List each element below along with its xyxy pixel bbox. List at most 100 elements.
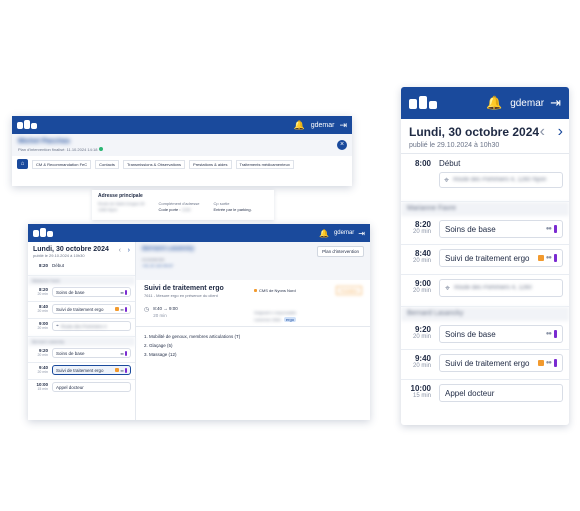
schedule-list: 8:20 Début Marianne Favre 8:20 20 min Soi…	[28, 260, 135, 397]
logo	[17, 120, 37, 130]
bell-icon[interactable]: 🔔	[294, 120, 305, 131]
assignee-row: Laurence Gillet ergo	[254, 317, 296, 322]
access-col: Cp sortie Entrée par le parking.	[214, 201, 252, 213]
schedule-row[interactable]: 8:20 20 min Soins de base ●●	[28, 285, 135, 302]
assignee-badge: ergo	[283, 317, 296, 322]
orange-tag	[254, 289, 257, 292]
purple-tag	[125, 306, 127, 312]
tab-traitements[interactable]: Traitements médicamenteux	[235, 159, 294, 169]
row-label: Soins de base	[445, 224, 496, 234]
row-pill[interactable]: Soins de base ●●	[439, 220, 563, 238]
row-pill[interactable]: Appel docteur	[52, 382, 131, 392]
bell-icon[interactable]: 🔔	[319, 229, 329, 238]
row-pill[interactable]: Soins de base ●●	[52, 287, 131, 297]
row-pill[interactable]: Suivi de traitement ergo ●●	[439, 354, 563, 372]
schedule-row[interactable]: 10:00 15 min Appel docteur	[28, 380, 135, 397]
chevron-left-icon[interactable]: ‹	[540, 123, 545, 141]
row-label: Suivi de traitement ergo	[56, 306, 104, 312]
address-pill[interactable]: ⌖ Route des Pommiers 4, 1260 Nyon	[439, 172, 563, 188]
people-icon: ●●	[545, 360, 552, 366]
schedule-row[interactable]: 9:00 20 min ⌖ Route des Pommiers 4, 1260	[401, 275, 569, 307]
row-time: 9:20 20 min	[32, 348, 48, 357]
row-time: 8:00	[414, 159, 431, 168]
purple-tag	[125, 350, 127, 356]
schedule-row-start[interactable]: 8:00 Début ⌖ Route des Pommiers 4, 1260 …	[401, 154, 569, 202]
schedule-row[interactable]: 10:00 15 min Appel docteur	[401, 380, 569, 410]
row-pill[interactable]: Appel docteur	[439, 384, 563, 402]
row-pill[interactable]: Suivi de traitement ergo ●●	[439, 249, 563, 267]
tab-cm[interactable]: CM & Recommandation FeC	[32, 159, 92, 169]
row-icons: ●●	[546, 225, 557, 233]
address-body: Route de Saint-Cergue 39 1260 Nyon Compl…	[98, 201, 268, 213]
row-time-value: 10:00	[410, 384, 431, 393]
logout-icon[interactable]: ⇥	[550, 95, 561, 111]
close-icon[interactable]: ×	[337, 140, 347, 150]
prestation-badge: Prestation	[335, 286, 362, 295]
chevron-right-icon[interactable]: ›	[558, 123, 563, 141]
section-header: Marianne Favre	[28, 276, 135, 285]
row-pill[interactable]: Suivi de traitement ergo ●●	[52, 365, 131, 375]
schedule-row[interactable]: 9:00 20 min ⌖ Route des Pommiers 4	[28, 319, 135, 337]
address-lines: Route de Saint-Cergue 39 1260 Nyon	[98, 201, 144, 213]
tab-bar: ⌂ CM & Recommandation FeC Contacts Trans…	[12, 156, 352, 172]
logout-icon[interactable]: ⇥	[339, 120, 347, 131]
logo	[33, 228, 53, 238]
row-pill[interactable]: Suivi de traitement ergo ●●	[52, 304, 131, 314]
home-icon[interactable]: ⌂	[17, 159, 28, 169]
row-pill[interactable]: ⌖ Route des Pommiers 4	[52, 321, 131, 331]
schedule-row[interactable]: 8:40 20 min Suivi de traitement ergo ●●	[28, 302, 135, 319]
row-pill[interactable]: Soins de base ●●	[52, 348, 131, 358]
people-icon: ●●	[120, 306, 124, 312]
schedule-row[interactable]: 9:40 20 min Suivi de traitement ergo ●●	[401, 350, 569, 380]
tab-contacts[interactable]: Contacts	[95, 159, 119, 169]
schedule-row[interactable]: 8:40 20 min Suivi de traitement ergo ●●	[401, 245, 569, 275]
task-list: 1. Mobilité de genoux, membres articulat…	[144, 332, 362, 359]
tab-prestations[interactable]: Prestations & aides	[189, 159, 232, 169]
access-value: Entrée par le parking.	[213, 207, 252, 212]
desktop-planning-window: 🔔 gdemar ⇥ Lundi, 30 octobre 2024 publié…	[28, 224, 370, 420]
row-duration: 20 min	[37, 309, 48, 313]
row-icons: ●●	[120, 350, 127, 356]
orange-tag	[537, 360, 544, 366]
row-address: Route des Pommiers 4	[60, 323, 107, 329]
row-label: Suivi de traitement ergo	[445, 253, 530, 263]
plan-intervention-button[interactable]: Plan d'intervention	[317, 246, 364, 257]
row-time-value: 9:00	[414, 279, 431, 288]
bell-icon[interactable]: 🔔	[486, 95, 502, 111]
date-title: Lundi, 30 octobre 2024	[33, 246, 109, 253]
schedule-row[interactable]: 8:20 20 min Soins de base ●●	[401, 216, 569, 245]
tab-transmissions[interactable]: Transmissions & Observations	[122, 159, 186, 169]
row-time: 10:00 15 min	[32, 382, 48, 391]
row-time: 9:00 20 min	[407, 279, 431, 294]
schedule-row[interactable]: 9:20 20 min Soins de base ●●	[401, 321, 569, 350]
clock-icon: ◷	[144, 307, 150, 313]
schedule-row[interactable]: 9:20 20 min Soins de base ●●	[28, 346, 135, 363]
row-time: 8:20 20 min	[32, 287, 48, 296]
people-icon: ●●	[545, 331, 552, 337]
row-label: Suivi de traitement ergo	[56, 367, 104, 373]
logout-icon[interactable]: ⇥	[358, 229, 365, 238]
date-title: Lundi, 30 octobre 2024	[409, 125, 540, 139]
plan-status: Plan d'intervention finalisé: 11.10.2024…	[18, 147, 98, 152]
row-duration: 20 min	[37, 370, 48, 374]
row-icons: ●●	[537, 359, 557, 367]
row-time-value: 8:40	[414, 249, 431, 258]
top-bar: 🔔 gdemar ⇥	[401, 87, 569, 119]
row-time-value: 8:20	[414, 220, 431, 229]
row-duration: 15 min	[37, 387, 48, 391]
schedule-row[interactable]: 8:20 Début	[28, 260, 135, 276]
schedule-row-selected[interactable]: 9:40 20 min Suivi de traitement ergo ●●	[28, 363, 135, 380]
section-header: Bernard Lasancky	[401, 307, 569, 321]
patient-name: Michel Pacchas	[18, 138, 71, 145]
location-pin-icon: ⌖	[56, 323, 59, 329]
code-value: 1234	[181, 207, 191, 212]
orange-tag	[115, 307, 120, 311]
chevron-right-icon[interactable]: ›	[128, 247, 130, 254]
chevron-left-icon[interactable]: ‹	[119, 247, 121, 254]
logo	[409, 96, 437, 110]
row-pill[interactable]: Soins de base ●●	[439, 325, 563, 343]
row-icons: ●●	[546, 330, 557, 338]
code-label: Code porte :	[158, 207, 181, 212]
address-line: 1260 Nyon	[98, 207, 118, 212]
address-pill[interactable]: ⌖ Route des Pommiers 4, 1260	[439, 279, 563, 297]
